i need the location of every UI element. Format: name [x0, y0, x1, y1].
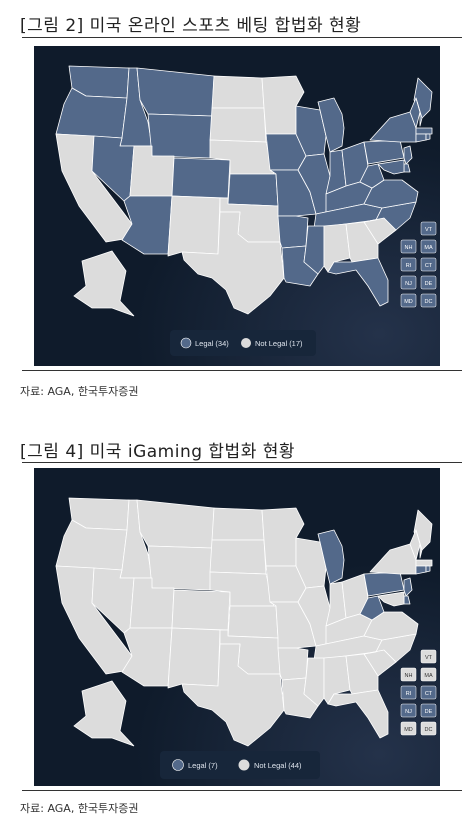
state-wy [147, 545, 213, 591]
figure-2-map-panel: VT NH MA RI CT NJ DE MD DC Legal (7) Not Legal (… [34, 468, 440, 786]
legend-not-legal-label: Not Legal (44) [254, 761, 302, 770]
state-nd [211, 75, 265, 109]
small-state-label-ma: MA [424, 673, 433, 679]
small-state-label-dc: DC [425, 299, 433, 305]
figure-1-top-rule [22, 37, 462, 38]
small-state-label-de: DE [425, 709, 433, 715]
legend-legal-swatch [180, 337, 192, 349]
figure-1-title: [그림 2] 미국 온라인 스포츠 베팅 합법화 현황 [20, 16, 362, 36]
state-nd [211, 507, 265, 541]
state-sd [209, 107, 267, 143]
small-state-label-vt: VT [425, 227, 433, 233]
small-state-label-nj: NJ [405, 281, 412, 287]
small-state-label-vt: VT [425, 655, 433, 661]
small-state-label-nh: NH [405, 245, 413, 251]
small-state-label-de: DE [425, 281, 433, 287]
state-co [171, 589, 231, 631]
figure-1-map: VT NH MA RI CT NJ DE MD DC Legal (34) Not Legal … [34, 46, 440, 366]
state-ar [277, 215, 309, 249]
state-co [171, 157, 231, 199]
state-nm [167, 627, 221, 689]
figure-1-map-panel: VT NH MA RI CT NJ DE MD DC Legal (34) Not Legal … [34, 46, 440, 366]
state-ma [415, 127, 433, 135]
state-ks [227, 605, 279, 639]
legend-legal-label: Legal (34) [195, 339, 229, 348]
legend-not-legal-label: Not Legal (17) [255, 339, 303, 348]
state-ma [415, 559, 433, 567]
figure-2-bottom-rule [22, 790, 462, 791]
state-mt [136, 67, 215, 117]
figure-1-source: 자료: AGA, 한국투자증권 [20, 385, 139, 398]
state-nm [167, 195, 221, 257]
state-ri [425, 565, 431, 573]
figure-2-title: [그림 4] 미국 iGaming 합법화 현황 [20, 442, 296, 462]
state-sd [209, 539, 267, 575]
legend-legal-swatch [172, 759, 184, 771]
legend-1: Legal (34) Not Legal (17) [170, 330, 316, 356]
small-state-label-ct: CT [425, 691, 433, 697]
small-state-label-ri: RI [406, 263, 412, 269]
small-state-label-nj: NJ [405, 709, 412, 715]
state-ks [227, 173, 279, 207]
state-ar [277, 647, 309, 681]
legend-not-legal-swatch [238, 759, 250, 771]
small-state-label-nh: NH [405, 673, 413, 679]
state-mt [136, 499, 215, 549]
figure-2-top-rule [22, 462, 462, 463]
legend-legal-label: Legal (7) [188, 761, 218, 770]
small-state-label-dc: DC [425, 727, 433, 733]
state-ri [425, 133, 431, 141]
legend-not-legal-swatch [241, 338, 251, 348]
small-state-label-ma: MA [424, 245, 433, 251]
legend-2: Legal (7) Not Legal (44) [160, 751, 320, 779]
small-state-label-ri: RI [406, 691, 412, 697]
state-wy [147, 113, 213, 159]
figure-2-map: VT NH MA RI CT NJ DE MD DC Legal (7) Not Legal (… [34, 468, 440, 786]
small-state-label-md: MD [404, 299, 413, 305]
small-state-label-md: MD [404, 727, 413, 733]
figure-1-bottom-rule [22, 370, 462, 371]
small-state-label-ct: CT [425, 263, 433, 269]
figure-2-source: 자료: AGA, 한국투자증권 [20, 802, 139, 815]
